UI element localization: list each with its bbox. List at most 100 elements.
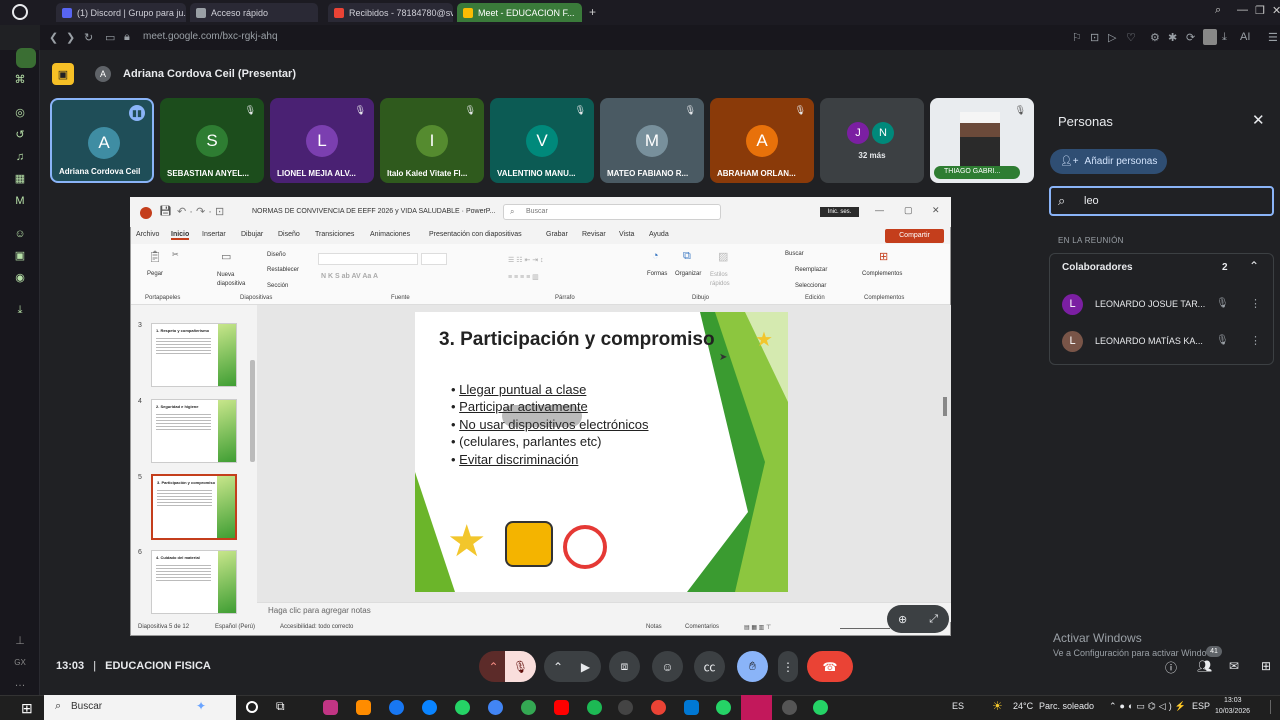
undo-icon[interactable]: ↶ · ↷ · ⊡	[177, 205, 224, 218]
music-icon[interactable]: ♫	[12, 150, 28, 164]
close-panel-icon[interactable]: ✕	[1252, 111, 1265, 129]
tab-dibujar[interactable]: Dibujar	[241, 231, 263, 238]
replace-button[interactable]: Reemplazar	[795, 267, 827, 273]
tab-gmail[interactable]: Recibidos - 78184780@sv...	[328, 3, 453, 22]
more-participants-tile[interactable]: J N 32 más	[820, 98, 924, 183]
discord-side-icon[interactable]: ☺	[12, 227, 28, 241]
participant-tile[interactable]: A ▮▮ Adriana Cordova Ceil	[50, 98, 154, 183]
notes-button[interactable]: Notas	[646, 624, 662, 630]
quick-styles-button[interactable]: Estilos rápidos	[710, 271, 742, 289]
new-tab-button[interactable]: +	[589, 5, 596, 19]
task-view-icon[interactable]: ⧉	[276, 699, 285, 714]
download-icon[interactable]: ⤓	[1222, 31, 1227, 44]
share-button[interactable]: Compartir	[885, 229, 944, 243]
view-buttons[interactable]: ▤ ▦ ▥ ⊤	[744, 624, 771, 631]
person-row[interactable]: L LEONARDO JOSUE TAR... 🎙︎ ⋮	[1062, 294, 1262, 316]
instagram-icon[interactable]: ◉	[12, 271, 28, 285]
mic-off-icon[interactable]: 🎙︎	[1216, 335, 1229, 346]
tab-transiciones[interactable]: Transiciones	[315, 231, 354, 238]
facebook-app-icon[interactable]	[389, 700, 404, 715]
section-button[interactable]: Sección	[267, 283, 288, 289]
cortana-icon[interactable]	[246, 701, 258, 713]
taskbar-search-input[interactable]: Buscar	[44, 695, 236, 720]
bullet-item[interactable]: • (celulares, parlantes etc)	[451, 434, 602, 449]
edge-app-icon[interactable]	[422, 700, 437, 715]
align-buttons[interactable]: ≡ ≡ ≡ ≡ ▥	[508, 273, 539, 281]
arrange-icon[interactable]: ⧉	[683, 250, 691, 263]
ai-button[interactable]: AI	[1240, 31, 1250, 43]
messenger-icon[interactable]: M	[12, 194, 28, 208]
group-title[interactable]: Colaboradores	[1062, 262, 1133, 273]
opera-gx-active-app[interactable]	[741, 695, 772, 720]
zoom-in-icon[interactable]: ⊕	[898, 613, 907, 626]
accessibility[interactable]: Accesibilidad: todo correcto	[280, 624, 353, 630]
opera-gx-logo-icon[interactable]	[12, 4, 28, 20]
mic-off-icon[interactable]: 🎙︎	[1216, 298, 1229, 309]
language[interactable]: Español (Perú)	[215, 624, 255, 630]
chatgpt-app-icon[interactable]	[618, 700, 633, 715]
paste-icon[interactable]: 📋︎	[148, 250, 162, 263]
reset-button[interactable]: Restablecer	[267, 267, 299, 273]
people-icon[interactable]: 👥︎	[1197, 659, 1212, 673]
addins-icon[interactable]: ⊞	[879, 250, 888, 263]
arrange-button[interactable]: Organizar	[675, 271, 701, 277]
addins-button[interactable]: Complementos	[862, 271, 902, 277]
extension-icon[interactable]: ⚙	[1150, 31, 1160, 44]
app-icon[interactable]	[782, 700, 797, 715]
slide-thumbnail[interactable]: 2. Seguridad e higiene	[151, 399, 237, 463]
clock-time[interactable]: 13:03	[1224, 697, 1242, 704]
controller-icon[interactable]: ◎	[12, 106, 28, 120]
puzzle-icon[interactable]: ✱	[1168, 31, 1177, 44]
emoji-button[interactable]: ☺	[652, 651, 683, 682]
reload-icon[interactable]: ↻	[84, 31, 93, 44]
slide-thumbnail[interactable]: 4. Cuidado del material	[151, 550, 237, 614]
windows-start-icon[interactable]: ⊞	[21, 700, 33, 717]
participant-tile[interactable]: S 🎙︎ SEBASTIAN ANYEL...	[160, 98, 264, 183]
info-icon[interactable]: ⓘ	[1165, 659, 1177, 676]
input-language[interactable]: ES	[952, 701, 964, 711]
chevron-up-icon[interactable]: ⌃	[1249, 259, 1259, 273]
gx-corner-icon[interactable]: GX	[12, 656, 28, 670]
forward-icon[interactable]: ❯	[66, 31, 75, 44]
url-input[interactable]: meet.google.com/bxc-rgkj-ahq	[143, 31, 278, 42]
whatsapp3-app-icon[interactable]	[813, 700, 828, 715]
camera-options-button[interactable]: ⌃	[544, 651, 572, 682]
close-icon[interactable]: ✕	[1272, 4, 1280, 17]
bullet-item[interactable]: • Llegar puntual a clase	[451, 382, 586, 397]
layout-button[interactable]: Diseño	[267, 252, 286, 258]
add-people-button[interactable]: 👤︎+ Añadir personas	[1050, 149, 1167, 174]
participant-tile[interactable]: V 🎙︎ VALENTINO MANU...	[490, 98, 594, 183]
tab-animaciones[interactable]: Animaciones	[370, 231, 410, 238]
slide-thumbnail-selected[interactable]: 3. Participación y compromiso	[151, 474, 237, 540]
mic-options-button[interactable]: ⌃	[479, 651, 508, 682]
clock-date[interactable]: 10/03/2026	[1215, 708, 1250, 715]
sync-icon[interactable]: ⟳	[1186, 31, 1195, 44]
quick-styles-icon[interactable]: ▨	[718, 250, 728, 263]
more-options-button[interactable]: ⋮	[778, 651, 798, 682]
participant-tile[interactable]: A 🎙︎ ABRAHAM ORLAN...	[710, 98, 814, 183]
store-app-icon[interactable]	[356, 700, 371, 715]
ppt-search-input[interactable]: Buscar	[503, 204, 721, 220]
slide-thumbnail[interactable]: 1. Respeto y compañerismo	[151, 323, 237, 387]
heart-icon[interactable]: ♡	[1126, 31, 1136, 44]
select-button[interactable]: Seleccionar	[795, 283, 826, 289]
signin-button[interactable]: Inic. ses.	[820, 207, 859, 217]
list-buttons[interactable]: ☰ ☷ ⇤ ⇥ ↕	[508, 256, 544, 264]
shapes-icon[interactable]: ◔	[652, 250, 659, 262]
tab-inicio[interactable]: Inicio	[171, 231, 190, 240]
video-overlay-controls[interactable]	[502, 405, 582, 427]
fullscreen-icon[interactable]: ⤢	[929, 613, 938, 626]
history-icon[interactable]: ↺	[12, 128, 28, 142]
tab-quick-access[interactable]: Acceso rápido	[190, 3, 318, 22]
tab-meet[interactable]: Meet - EDUCACION F...	[457, 3, 582, 22]
twitch-icon[interactable]: ▣	[12, 249, 28, 263]
font-family-select[interactable]	[318, 253, 418, 265]
paste-button[interactable]: Pegar	[147, 271, 163, 277]
show-desktop-button[interactable]	[1270, 700, 1276, 714]
cut-icon[interactable]: ✂	[172, 250, 179, 259]
tab-presentacion[interactable]: Presentación con diapositivas	[429, 231, 522, 238]
tabs-icon[interactable]: ▭	[105, 31, 115, 44]
tab-ayuda[interactable]: Ayuda	[649, 231, 669, 238]
participant-tile[interactable]: L 🎙︎ LIONEL MEJIA ALV...	[270, 98, 374, 183]
present-button[interactable]: ⧈	[609, 651, 640, 682]
